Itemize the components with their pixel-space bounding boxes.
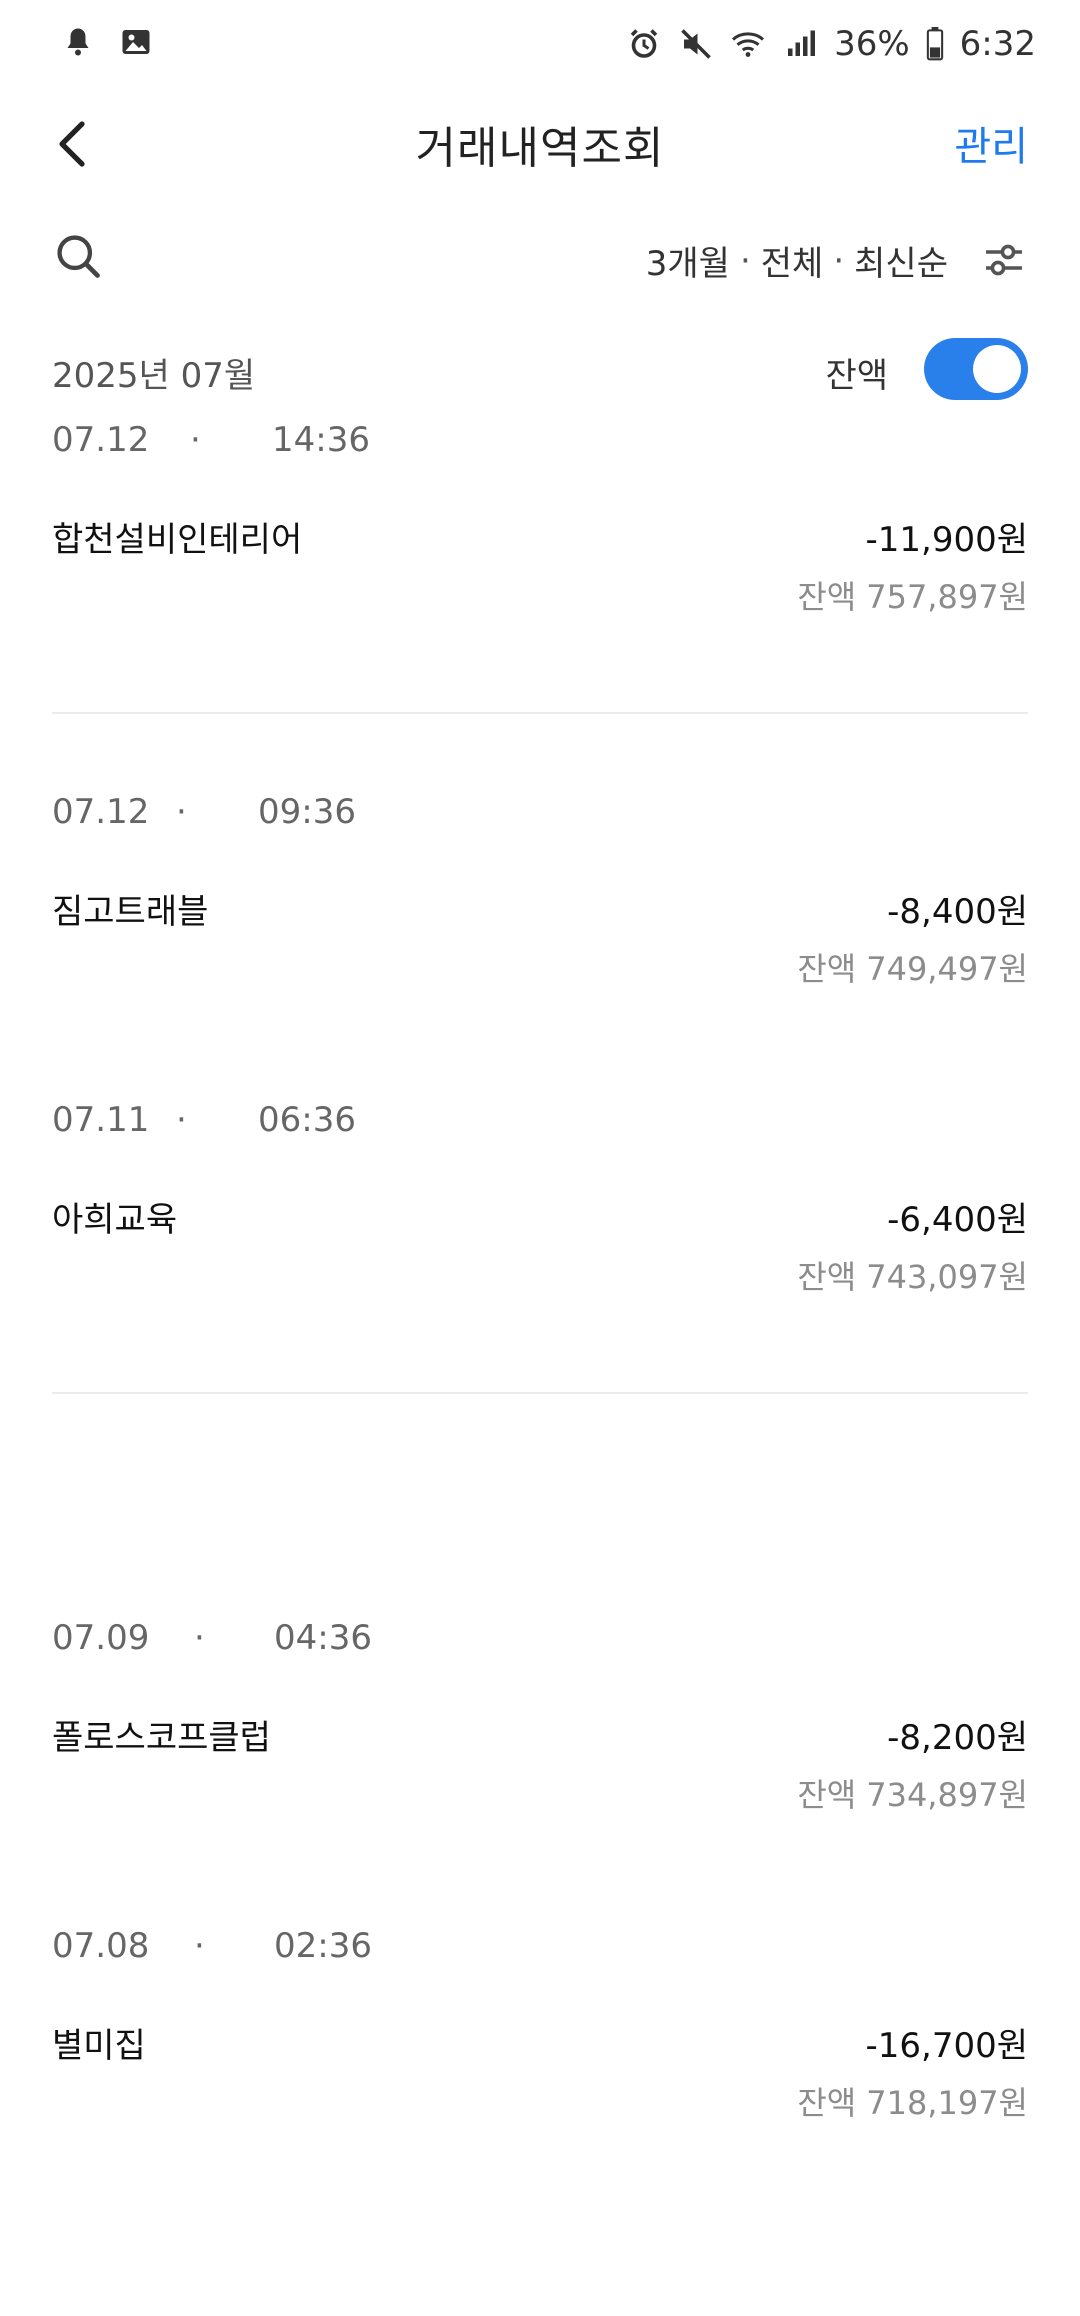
transaction-date: 07.12 <box>52 792 150 832</box>
balance-value: 743,097원 <box>866 1258 1028 1296</box>
signal-icon <box>788 30 816 56</box>
transaction-date: 07.11 <box>52 1100 150 1140</box>
transaction-time: 02:36 <box>274 1926 372 1966</box>
balance-toggle-label: 잔액 <box>825 356 888 396</box>
bell-icon <box>67 28 89 56</box>
status-bar: 36% 6:32 <box>0 0 1080 92</box>
date-time-separator: · <box>194 1926 205 1966</box>
transaction-date: 07.08 <box>52 1926 150 1966</box>
status-bar-left <box>60 24 154 60</box>
toggle-knob <box>973 345 1021 393</box>
balance-prefix: 잔액 <box>797 2084 857 2122</box>
balance-after: 잔액 749,497원 <box>797 944 1028 990</box>
alarm-icon <box>630 29 658 58</box>
manage-button[interactable]: 관리 <box>954 114 1028 172</box>
transaction-time: 06:36 <box>258 1100 356 1140</box>
date-time-separator: · <box>176 1100 187 1140</box>
filter-type: 전체 <box>760 244 824 284</box>
filter-separator: · <box>739 240 751 281</box>
transaction-time: 04:36 <box>274 1618 372 1658</box>
merchant-name: 합천설비인테리어 <box>52 520 303 560</box>
battery-icon <box>926 27 943 61</box>
transaction-amount: -11,900원 <box>865 520 1028 560</box>
transaction-amount: -6,400원 <box>887 1200 1028 1240</box>
balance-toggle[interactable] <box>924 338 1028 400</box>
balance-after: 잔액 743,097원 <box>797 1252 1028 1298</box>
month-label: 2025년 07월 <box>52 356 256 396</box>
filter-sort: 최신순 <box>854 244 948 284</box>
balance-prefix: 잔액 <box>797 1776 857 1814</box>
balance-value: 718,197원 <box>866 2084 1028 2122</box>
status-bar-right: 36% 6:32 <box>626 24 1036 64</box>
transaction-amount: -8,400원 <box>887 892 1028 932</box>
search-button[interactable] <box>52 230 104 282</box>
filter-bar: 3개월 · 전체 · 최신순 <box>0 218 1080 298</box>
filter-summary[interactable]: 3개월 · 전체 · 최신순 <box>646 236 948 285</box>
top-bar: 거래내역조회 관리 <box>0 92 1080 192</box>
sliders-icon <box>986 244 1022 276</box>
merchant-name: 폴로스코프클럽 <box>52 1718 271 1758</box>
filter-period: 3개월 <box>645 244 730 284</box>
balance-prefix: 잔액 <box>797 950 857 988</box>
date-time-separator: · <box>176 792 187 832</box>
page-title: 거래내역조회 <box>415 123 665 174</box>
image-icon <box>122 30 150 54</box>
balance-value: 734,897원 <box>866 1776 1028 1814</box>
month-header: 2025년 07월 잔액 <box>0 330 1080 410</box>
wifi-icon <box>732 32 765 57</box>
balance-value: 749,497원 <box>866 950 1028 988</box>
filter-settings-button[interactable] <box>980 236 1028 284</box>
transaction-time: 14:36 <box>272 420 370 460</box>
date-time-separator: · <box>194 1618 205 1658</box>
transaction-date: 07.12 <box>52 420 150 460</box>
merchant-name: 별미집 <box>52 2026 146 2066</box>
transaction-date: 07.09 <box>52 1618 150 1658</box>
date-time-separator: · <box>190 420 201 460</box>
filter-separator: · <box>833 240 845 281</box>
clock: 6:32 <box>959 24 1036 64</box>
balance-after: 잔액 718,197원 <box>797 2078 1028 2124</box>
merchant-name: 아희교육 <box>52 1200 178 1240</box>
battery-percent: 36% <box>834 24 910 64</box>
balance-prefix: 잔액 <box>797 578 857 616</box>
balance-after: 잔액 734,897원 <box>797 1770 1028 1816</box>
search-icon <box>57 235 100 278</box>
balance-after: 잔액 757,897원 <box>797 572 1028 618</box>
balance-prefix: 잔액 <box>797 1258 857 1296</box>
transaction-amount: -16,700원 <box>865 2026 1028 2066</box>
divider <box>52 1392 1028 1394</box>
divider <box>52 712 1028 714</box>
transaction-time: 09:36 <box>258 792 356 832</box>
merchant-name: 짐고트래블 <box>52 892 209 932</box>
transaction-amount: -8,200원 <box>887 1718 1028 1758</box>
mute-icon <box>681 29 711 59</box>
balance-value: 757,897원 <box>866 578 1028 616</box>
